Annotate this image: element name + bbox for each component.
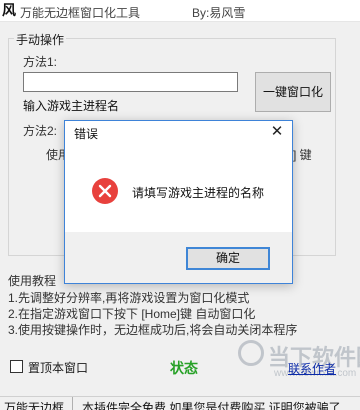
- app-titlebar: 风 万能无边框窗口化工具 By:易风雪: [0, 0, 360, 22]
- status-label: 状态: [170, 360, 198, 376]
- method2-text-end: ] 键: [293, 148, 312, 162]
- one-click-window-button[interactable]: 一键窗口化: [255, 72, 331, 112]
- group-legend: 手动操作: [14, 31, 67, 48]
- dialog-titlebar[interactable]: 错误 ✕: [65, 121, 292, 145]
- usage-line-3: 3.使用按键操作时，无边框成功后,将会自动关闭本程序: [8, 323, 298, 337]
- window-title: 万能无边框窗口化工具: [20, 6, 141, 20]
- input-hint-label: 输入游戏主进程名: [23, 99, 120, 113]
- dialog-body: 请填写游戏主进程的名称: [65, 145, 292, 232]
- statusbar-separator: [72, 397, 73, 410]
- watermark-logo-icon: [238, 340, 264, 366]
- error-icon: [92, 178, 118, 204]
- usage-line-2: 2.在指定游戏窗口下按下 [Home]键 自动窗口化: [8, 307, 256, 321]
- close-icon[interactable]: ✕: [269, 124, 285, 140]
- app-logo-icon: 风: [2, 3, 16, 19]
- method1-label: 方法1:: [23, 55, 58, 69]
- process-name-input[interactable]: [23, 72, 238, 92]
- usage-title: 使用教程: [8, 274, 57, 288]
- error-dialog: 错误 ✕ 请填写游戏主进程的名称 确定: [64, 120, 293, 284]
- window-author: By:易风雪: [192, 6, 246, 20]
- dialog-title: 错误: [74, 127, 99, 141]
- dialog-footer: 确定: [65, 232, 292, 283]
- ok-button[interactable]: 确定: [186, 247, 270, 270]
- method2-label: 方法2:: [23, 124, 58, 138]
- usage-line-1: 1.先调整好分辨率,再将游戏设置为窗口化模式: [8, 291, 250, 305]
- statusbar-notice: 本插件完全免费,如果您是付费购买,证明您被骗了: [82, 401, 341, 410]
- dialog-message: 请填写游戏主进程的名称: [132, 186, 265, 200]
- pin-window-label[interactable]: 置顶本窗口: [28, 359, 88, 376]
- contact-author-link[interactable]: 联系作者: [288, 360, 336, 377]
- pin-window-checkbox[interactable]: [10, 360, 23, 373]
- statusbar-app-name: 万能无边框: [4, 401, 65, 410]
- status-bar: 万能无边框 本插件完全免费,如果您是付费购买,证明您被骗了: [0, 396, 360, 410]
